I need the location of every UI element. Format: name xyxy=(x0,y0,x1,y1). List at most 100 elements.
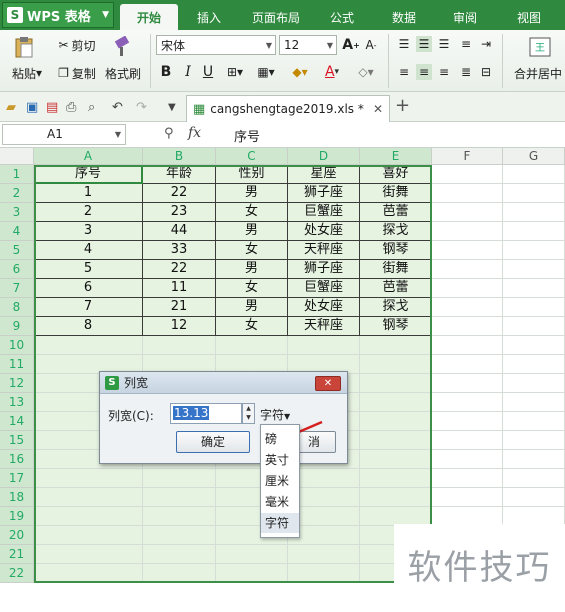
cell-e10[interactable] xyxy=(360,336,432,355)
increase-font-icon[interactable]: A + xyxy=(342,35,360,55)
merge-cells-icon[interactable]: ▦▾ xyxy=(252,62,280,82)
row-header-10[interactable]: 10 xyxy=(0,336,34,355)
cell-e5[interactable]: 钢琴 xyxy=(360,241,432,260)
cell-g4[interactable] xyxy=(503,222,565,241)
cell-f11[interactable] xyxy=(432,355,503,374)
cell-d2[interactable]: 狮子座 xyxy=(288,184,360,203)
save-icon[interactable]: ▣ xyxy=(26,100,38,115)
cell-f2[interactable] xyxy=(432,184,503,203)
cell-e18[interactable] xyxy=(360,488,432,507)
cell-f6[interactable] xyxy=(432,260,503,279)
tab-home[interactable]: 开始 xyxy=(120,4,178,30)
cell-g9[interactable] xyxy=(503,317,565,336)
cell-b21[interactable] xyxy=(143,545,216,564)
redo-icon[interactable]: ↷ xyxy=(136,100,147,115)
cell-b8[interactable]: 21 xyxy=(143,298,216,317)
cell-d4[interactable]: 处女座 xyxy=(288,222,360,241)
paste-button[interactable]: 粘贴 ▾ xyxy=(6,64,48,82)
cell-f8[interactable] xyxy=(432,298,503,317)
cell-a22[interactable] xyxy=(34,564,143,583)
row-header-20[interactable]: 20 xyxy=(0,526,34,545)
cell-c21[interactable] xyxy=(216,545,288,564)
open-folder-icon[interactable]: ▰ xyxy=(6,100,16,115)
row-header-13[interactable]: 13 xyxy=(0,393,34,412)
copy-button[interactable]: ❐ 复制 xyxy=(52,64,102,82)
fill-color-icon[interactable]: ◆▾ xyxy=(286,62,314,82)
row-header-1[interactable]: 1 xyxy=(0,165,34,184)
cell-d3[interactable]: 巨蟹座 xyxy=(288,203,360,222)
cell-g7[interactable] xyxy=(503,279,565,298)
cell-g14[interactable] xyxy=(503,412,565,431)
cell-g15[interactable] xyxy=(503,431,565,450)
unit-option-0[interactable]: 磅 xyxy=(261,429,299,449)
cell-a17[interactable] xyxy=(34,469,143,488)
cell-e6[interactable]: 街舞 xyxy=(360,260,432,279)
cell-a9[interactable]: 8 xyxy=(34,317,143,336)
function-icon[interactable]: fx xyxy=(188,125,201,141)
cell-g13[interactable] xyxy=(503,393,565,412)
cell-f15[interactable] xyxy=(432,431,503,450)
cell-f12[interactable] xyxy=(432,374,503,393)
cell-b19[interactable] xyxy=(143,507,216,526)
cell-g8[interactable] xyxy=(503,298,565,317)
tab-view[interactable]: 视图 xyxy=(507,4,551,30)
format-painter-icon[interactable] xyxy=(108,34,136,60)
tab-page-layout[interactable]: 页面布局 xyxy=(245,4,307,30)
cell-c1[interactable]: 性别 xyxy=(216,165,288,184)
cell-b9[interactable]: 12 xyxy=(143,317,216,336)
cell-a18[interactable] xyxy=(34,488,143,507)
cell-e13[interactable] xyxy=(360,393,432,412)
row-header-21[interactable]: 21 xyxy=(0,545,34,564)
cell-g11[interactable] xyxy=(503,355,565,374)
cell-b20[interactable] xyxy=(143,526,216,545)
cell-f10[interactable] xyxy=(432,336,503,355)
row-header-16[interactable]: 16 xyxy=(0,450,34,469)
cell-g18[interactable] xyxy=(503,488,565,507)
row-header-2[interactable]: 2 xyxy=(0,184,34,203)
unit-option-2[interactable]: 厘米 xyxy=(261,471,299,491)
cell-e9[interactable]: 钢琴 xyxy=(360,317,432,336)
cell-a5[interactable]: 4 xyxy=(34,241,143,260)
app-menu-button[interactable]: S WPS 表格 ▼ xyxy=(2,2,114,28)
column-header-d[interactable]: D xyxy=(288,148,360,165)
cell-f7[interactable] xyxy=(432,279,503,298)
print-preview-icon[interactable]: ⌕ xyxy=(88,100,95,115)
font-color-icon[interactable]: A ▾ xyxy=(318,62,346,82)
cell-e4[interactable]: 探戈 xyxy=(360,222,432,241)
cell-g17[interactable] xyxy=(503,469,565,488)
italic-button[interactable]: I xyxy=(180,62,196,82)
row-header-7[interactable]: 7 xyxy=(0,279,34,298)
merge-center-icon[interactable]: 王 xyxy=(528,34,552,60)
cell-g12[interactable] xyxy=(503,374,565,393)
cell-c7[interactable]: 女 xyxy=(216,279,288,298)
cell-b7[interactable]: 11 xyxy=(143,279,216,298)
cut-button[interactable]: ✂ 剪切 xyxy=(52,36,102,54)
cell-c8[interactable]: 男 xyxy=(216,298,288,317)
cell-e3[interactable]: 芭蕾 xyxy=(360,203,432,222)
unit-option-1[interactable]: 英寸 xyxy=(261,450,299,470)
row-header-17[interactable]: 17 xyxy=(0,469,34,488)
cell-a8[interactable]: 7 xyxy=(34,298,143,317)
file-tab[interactable]: ▦ cangshengtage2019.xls * ✕ xyxy=(186,95,390,122)
cell-a20[interactable] xyxy=(34,526,143,545)
cell-d21[interactable] xyxy=(288,545,360,564)
align-top-icon[interactable]: ☰ xyxy=(396,36,412,52)
cell-b4[interactable]: 44 xyxy=(143,222,216,241)
cell-b6[interactable]: 22 xyxy=(143,260,216,279)
row-header-12[interactable]: 12 xyxy=(0,374,34,393)
cell-c9[interactable]: 女 xyxy=(216,317,288,336)
cell-g5[interactable] xyxy=(503,241,565,260)
print-icon[interactable]: ⎙ xyxy=(66,100,76,115)
tab-formulas[interactable]: 公式 xyxy=(320,4,364,30)
tab-review[interactable]: 审阅 xyxy=(443,4,487,30)
cell-c2[interactable]: 男 xyxy=(216,184,288,203)
select-all-corner[interactable] xyxy=(0,148,34,165)
cell-f17[interactable] xyxy=(432,469,503,488)
font-size-select[interactable]: 12 ▼ xyxy=(279,35,337,55)
cell-a21[interactable] xyxy=(34,545,143,564)
cell-b1[interactable]: 年龄 xyxy=(143,165,216,184)
close-icon[interactable]: ✕ xyxy=(373,102,383,116)
column-width-input[interactable]: 13.13 xyxy=(170,403,242,424)
cell-f9[interactable] xyxy=(432,317,503,336)
paste-icon[interactable] xyxy=(10,34,38,60)
